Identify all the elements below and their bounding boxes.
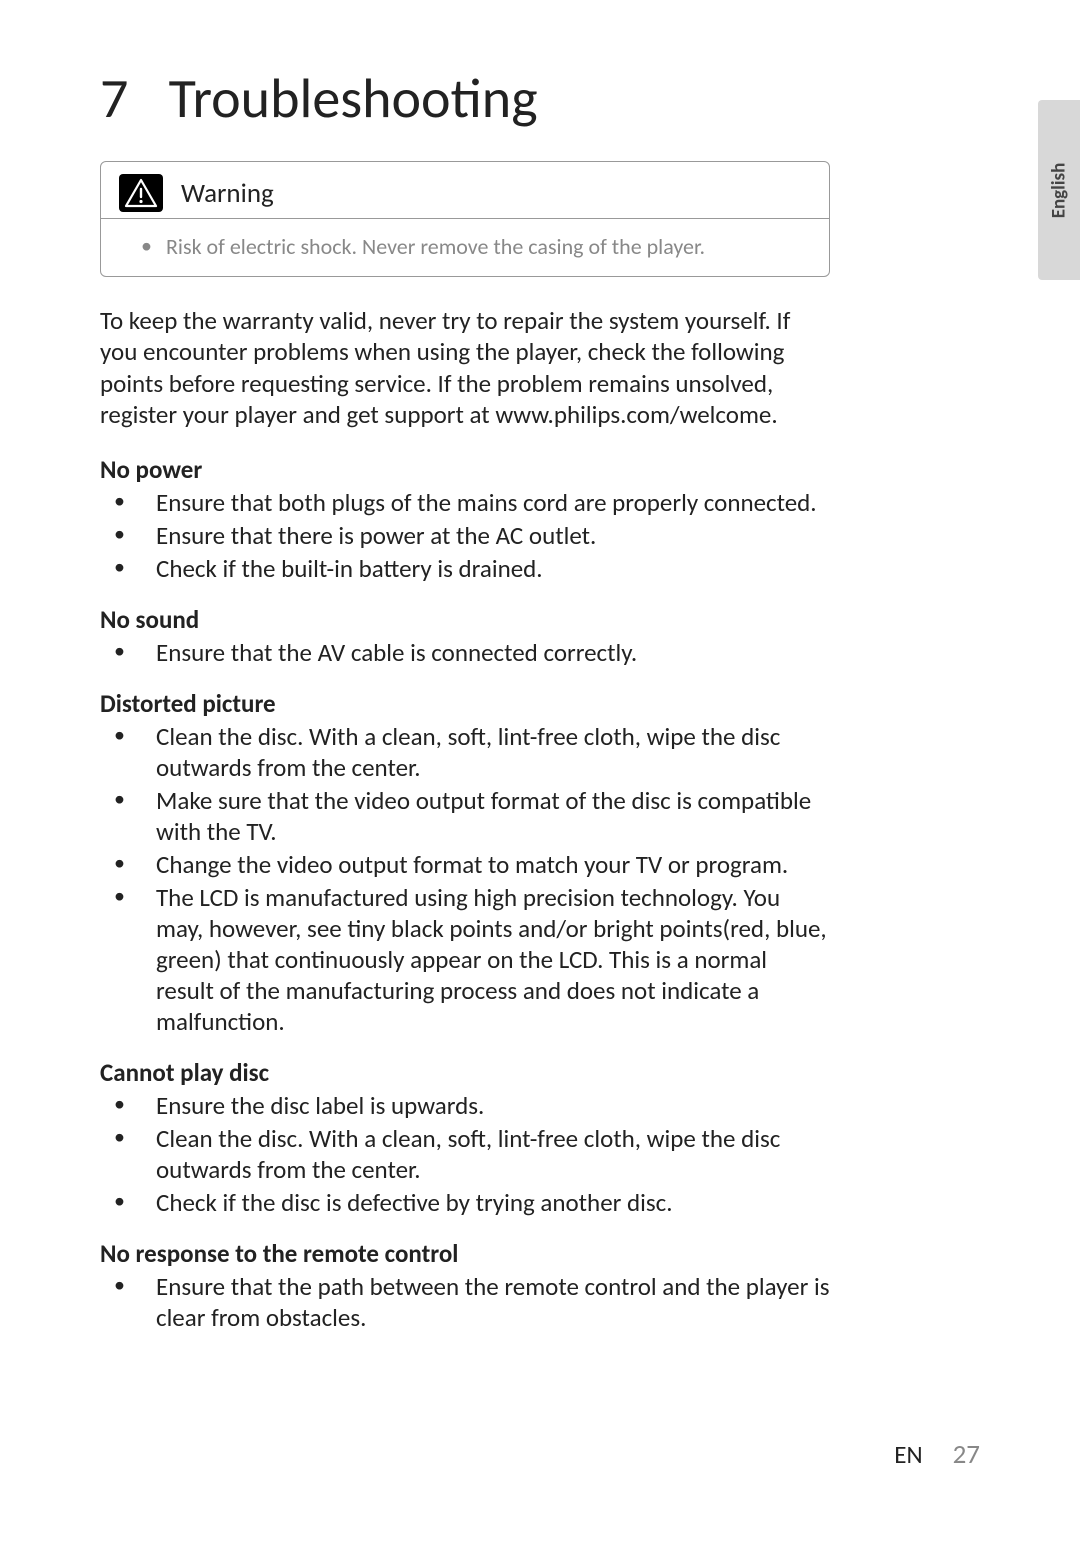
chapter-number: 7 [100, 65, 156, 133]
list-item: Clean the disc. With a clean, soft, lint… [100, 721, 830, 783]
sections-container: No powerEnsure that both plugs of the ma… [100, 454, 830, 1333]
list-item: Ensure the disc label is upwards. [100, 1090, 830, 1121]
chapter-heading: 7 Troubleshooting [100, 65, 830, 133]
bullet-icon: • [141, 235, 152, 257]
section-title: No response to the remote control [100, 1238, 830, 1269]
section-title: Distorted picture [100, 688, 830, 719]
list-item: Ensure that there is power at the AC out… [100, 520, 830, 551]
section-list: Ensure the disc label is upwards.Clean t… [100, 1090, 830, 1218]
section-list: Ensure that the AV cable is connected co… [100, 637, 830, 668]
list-item: Ensure that both plugs of the mains cord… [100, 487, 830, 518]
intro-paragraph: To keep the warranty valid, never try to… [100, 305, 830, 430]
troubleshoot-section: Distorted pictureClean the disc. With a … [100, 688, 830, 1037]
troubleshoot-section: No response to the remote controlEnsure … [100, 1238, 830, 1333]
warning-body: • Risk of electric shock. Never remove t… [101, 219, 829, 276]
section-list: Ensure that both plugs of the mains cord… [100, 487, 830, 584]
footer-language: EN [894, 1439, 922, 1470]
list-item: Ensure that the AV cable is connected co… [100, 637, 830, 668]
list-item: Change the video output format to match … [100, 849, 830, 880]
section-list: Clean the disc. With a clean, soft, lint… [100, 721, 830, 1037]
list-item: Check if the disc is defective by trying… [100, 1187, 830, 1218]
page-content: 7 Troubleshooting Warning • Risk of elec… [0, 0, 930, 1333]
list-item: Ensure that the path between the remote … [100, 1271, 830, 1333]
language-tab-text: English [1048, 162, 1071, 218]
list-item: Clean the disc. With a clean, soft, lint… [100, 1123, 830, 1185]
warning-text: Risk of electric shock. Never remove the… [166, 233, 705, 260]
list-item: Check if the built-in battery is drained… [100, 553, 830, 584]
list-item: Make sure that the video output format o… [100, 785, 830, 847]
troubleshoot-section: Cannot play discEnsure the disc label is… [100, 1057, 830, 1218]
warning-icon [119, 174, 163, 212]
troubleshoot-section: No soundEnsure that the AV cable is conn… [100, 604, 830, 668]
section-title: No sound [100, 604, 830, 635]
section-list: Ensure that the path between the remote … [100, 1271, 830, 1333]
warning-box: Warning • Risk of electric shock. Never … [100, 161, 830, 277]
list-item: The LCD is manufactured using high preci… [100, 882, 830, 1037]
language-tab: English [1038, 100, 1080, 280]
page-footer: EN 27 [894, 1438, 980, 1471]
footer-page-number: 27 [953, 1438, 980, 1471]
section-title: No power [100, 454, 830, 485]
warning-label: Warning [181, 177, 274, 210]
section-title: Cannot play disc [100, 1057, 830, 1088]
troubleshoot-section: No powerEnsure that both plugs of the ma… [100, 454, 830, 584]
chapter-title-text: Troubleshooting [169, 65, 538, 133]
warning-header: Warning [101, 162, 829, 219]
